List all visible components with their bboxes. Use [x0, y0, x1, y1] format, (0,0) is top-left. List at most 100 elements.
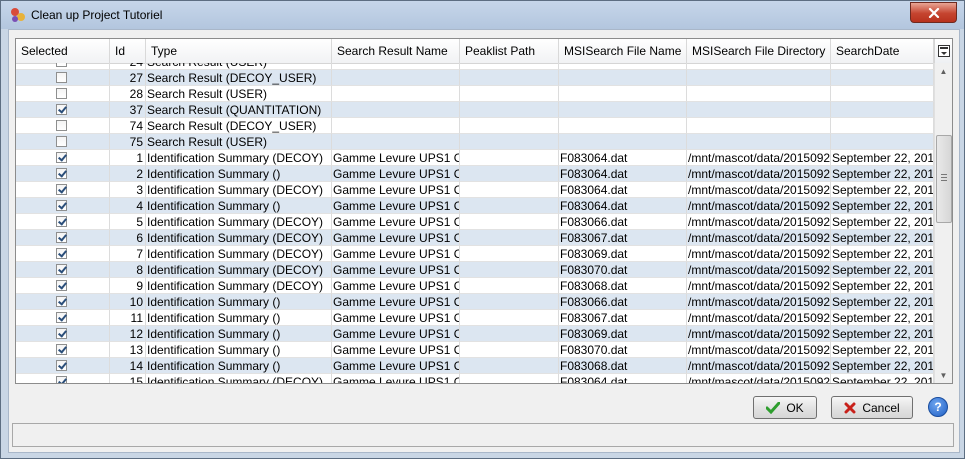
table-row[interactable]: 1 Identification Summary (DECOY) Gamme Lev…	[16, 150, 934, 166]
table-row[interactable]: 28 Search Result (USER)	[16, 86, 934, 102]
column-header-type[interactable]: Type	[146, 39, 332, 63]
row-checkbox[interactable]	[56, 168, 67, 179]
vertical-scrollbar[interactable]: ▲ ▼	[934, 63, 952, 383]
row-checkbox[interactable]	[56, 232, 67, 243]
row-checkbox[interactable]	[56, 63, 67, 67]
search-result-name-cell	[332, 63, 460, 70]
peaklist-path-cell	[460, 342, 559, 358]
title-bar: Clean up Project Tutoriel	[1, 1, 964, 29]
search-date-cell: September 22, 2015	[831, 326, 934, 342]
table-row[interactable]: 14 Identification Summary () Gamme Levure …	[16, 358, 934, 374]
search-date-cell	[831, 134, 934, 150]
row-checkbox[interactable]	[56, 328, 67, 339]
selected-cell	[16, 86, 110, 102]
search-date-cell: September 22, 2015	[831, 262, 934, 278]
row-checkbox[interactable]	[56, 152, 67, 163]
id-cell: 4	[110, 198, 146, 214]
type-cell: Identification Summary ()	[146, 358, 332, 374]
scroll-down-arrow-icon[interactable]: ▼	[935, 367, 952, 383]
row-checkbox[interactable]	[56, 88, 67, 99]
peaklist-path-cell	[460, 230, 559, 246]
table-row[interactable]: 10 Identification Summary () Gamme Levure …	[16, 294, 934, 310]
peaklist-path-cell	[460, 102, 559, 118]
column-header-id[interactable]: Id	[110, 39, 146, 63]
type-cell: Identification Summary (DECOY)	[146, 214, 332, 230]
table-row[interactable]: 4 Identification Summary () Gamme Levure U…	[16, 198, 934, 214]
column-header-msisearch-file-name[interactable]: MSISearch File Name	[559, 39, 687, 63]
check-icon	[766, 401, 781, 414]
table-row[interactable]: 13 Identification Summary () Gamme Levure …	[16, 342, 934, 358]
row-checkbox[interactable]	[56, 120, 67, 131]
table-row[interactable]: 9 Identification Summary (DECOY) Gamme Lev…	[16, 278, 934, 294]
row-checkbox[interactable]	[56, 344, 67, 355]
type-cell: Identification Summary (DECOY)	[146, 230, 332, 246]
peaklist-path-cell	[460, 63, 559, 70]
cancel-button[interactable]: Cancel	[831, 396, 913, 419]
msisearch-file-directory-cell: /mnt/mascot/data/20150922	[687, 358, 831, 374]
column-header-search-date[interactable]: SearchDate	[831, 39, 934, 63]
column-header-msisearch-file-directory[interactable]: MSISearch File Directory	[687, 39, 831, 63]
table-row[interactable]: 7 Identification Summary (DECOY) Gamme Lev…	[16, 246, 934, 262]
table-row[interactable]: 27 Search Result (DECOY_USER)	[16, 70, 934, 86]
row-checkbox[interactable]	[56, 376, 67, 383]
search-date-cell: September 22, 2015	[831, 310, 934, 326]
column-chooser-button[interactable]	[934, 39, 952, 63]
search-date-cell	[831, 63, 934, 70]
peaklist-path-cell	[460, 150, 559, 166]
id-cell: 14	[110, 358, 146, 374]
table-row[interactable]: 15 Identification Summary (DECOY) Gamme Le…	[16, 374, 934, 383]
table-row[interactable]: 24Search Result (USER)	[16, 63, 934, 70]
msisearch-file-name-cell: F083067.dat	[559, 230, 687, 246]
row-checkbox[interactable]	[56, 296, 67, 307]
row-checkbox[interactable]	[56, 136, 67, 147]
table-row[interactable]: 6 Identification Summary (DECOY) Gamme Lev…	[16, 230, 934, 246]
help-button[interactable]: ?	[928, 397, 948, 417]
row-checkbox[interactable]	[56, 312, 67, 323]
search-date-cell: September 22, 2015	[831, 182, 934, 198]
id-cell: 27	[110, 70, 146, 86]
peaklist-path-cell	[460, 310, 559, 326]
scroll-up-arrow-icon[interactable]: ▲	[935, 63, 952, 79]
row-checkbox[interactable]	[56, 104, 67, 115]
msisearch-file-name-cell: F083066.dat	[559, 294, 687, 310]
msisearch-file-name-cell: F083069.dat	[559, 326, 687, 342]
cancel-x-icon	[844, 402, 856, 413]
table-row[interactable]: 11 Identification Summary () Gamme Levure …	[16, 310, 934, 326]
table-row[interactable]: 2 Identification Summary () Gamme Levure U…	[16, 166, 934, 182]
id-cell: 6	[110, 230, 146, 246]
msisearch-file-directory-cell	[687, 102, 831, 118]
search-date-cell: September 22, 2015	[831, 374, 934, 383]
peaklist-path-cell	[460, 358, 559, 374]
row-checkbox[interactable]	[56, 248, 67, 259]
id-cell: 8	[110, 262, 146, 278]
peaklist-path-cell	[460, 262, 559, 278]
table-row[interactable]: 12 Identification Summary () Gamme Levure …	[16, 326, 934, 342]
row-checkbox[interactable]	[56, 184, 67, 195]
msisearch-file-directory-cell: /mnt/mascot/data/20150922	[687, 230, 831, 246]
window-title: Clean up Project Tutoriel	[31, 8, 163, 22]
row-checkbox[interactable]	[56, 280, 67, 291]
row-checkbox[interactable]	[56, 360, 67, 371]
column-header-selected[interactable]: Selected	[16, 39, 110, 63]
table-row[interactable]: 75 Search Result (USER)	[16, 134, 934, 150]
type-cell: Identification Summary (DECOY)	[146, 374, 332, 383]
table-row[interactable]: 8 Identification Summary (DECOY) Gamme Lev…	[16, 262, 934, 278]
id-cell: 3	[110, 182, 146, 198]
table-row[interactable]: 74 Search Result (DECOY_USER)	[16, 118, 934, 134]
column-header-peaklist-path[interactable]: Peaklist Path	[460, 39, 559, 63]
selected-cell	[16, 198, 110, 214]
scroll-thumb[interactable]	[936, 135, 952, 223]
row-checkbox[interactable]	[56, 72, 67, 83]
ok-button[interactable]: OK	[753, 396, 817, 419]
table-row[interactable]: 3 Identification Summary (DECOY) Gamme Lev…	[16, 182, 934, 198]
row-checkbox[interactable]	[56, 200, 67, 211]
search-result-name-cell	[332, 102, 460, 118]
close-button[interactable]	[910, 2, 957, 23]
row-checkbox[interactable]	[56, 216, 67, 227]
column-header-search-result-name[interactable]: Search Result Name	[332, 39, 460, 63]
id-cell: 13	[110, 342, 146, 358]
table-row[interactable]: 5 Identification Summary (DECOY) Gamme Lev…	[16, 214, 934, 230]
msisearch-file-directory-cell: /mnt/mascot/data/20150922	[687, 374, 831, 383]
table-row[interactable]: 37 Search Result (QUANTITATION)	[16, 102, 934, 118]
row-checkbox[interactable]	[56, 264, 67, 275]
